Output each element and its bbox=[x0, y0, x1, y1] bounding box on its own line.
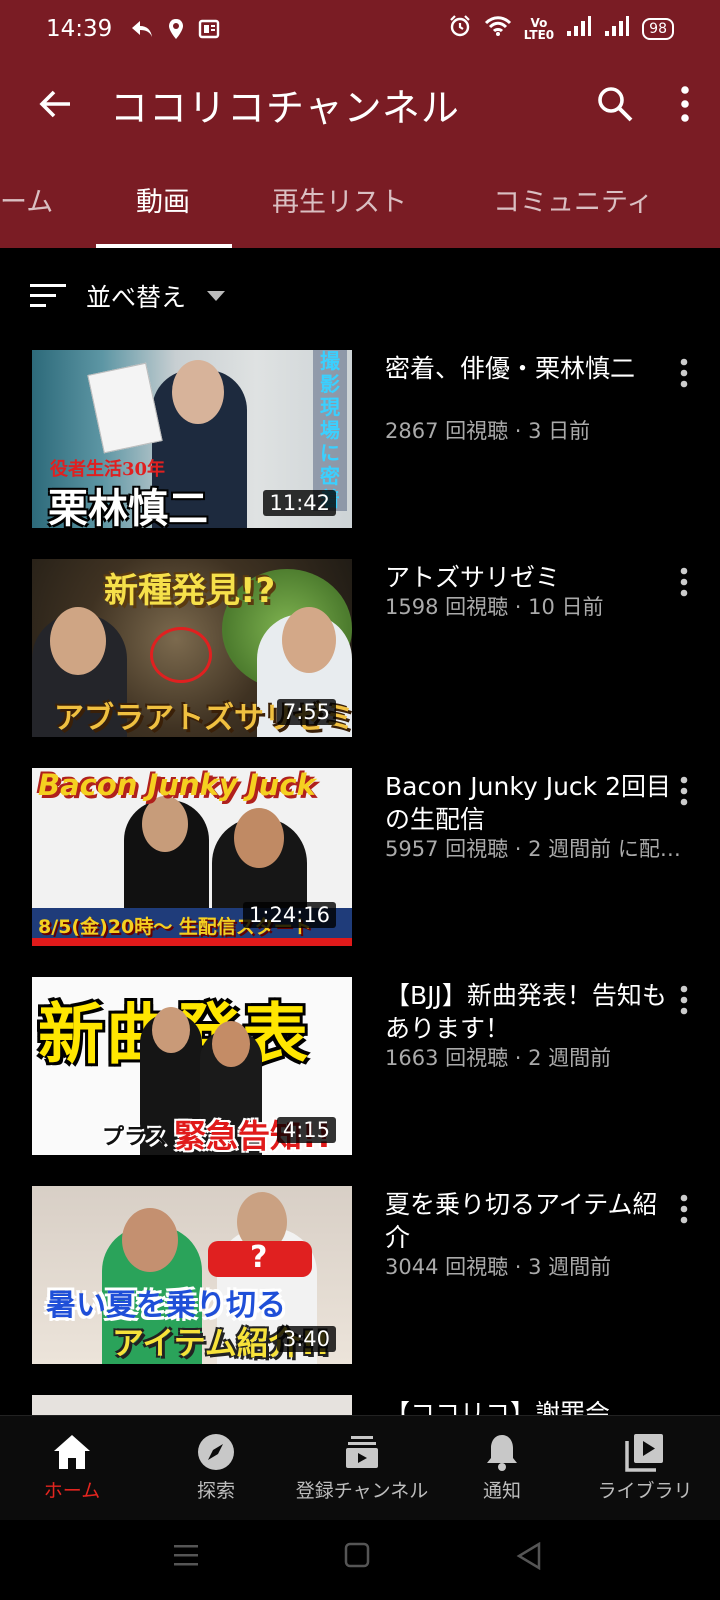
sort-button[interactable]: 並べ替え bbox=[30, 278, 226, 314]
video-title[interactable]: アトズサリゼミ bbox=[385, 561, 675, 594]
bell-icon bbox=[452, 1428, 552, 1476]
thumbnail-caption: 新種発見!? bbox=[104, 571, 276, 611]
thumbnail-caption: Bacon Junky Juck bbox=[38, 768, 316, 802]
system-back-button[interactable] bbox=[516, 1541, 542, 1574]
explore-icon bbox=[166, 1428, 266, 1476]
video-thumbnail[interactable]: 新種発見!? アブラアトズサリゼミ 7:55 bbox=[32, 559, 352, 737]
recents-button[interactable] bbox=[172, 1542, 200, 1572]
video-meta: 1598 回視聴 · 10 日前 bbox=[385, 595, 604, 619]
video-item[interactable]: 新曲発表 プラス 緊急告知!! 4:15 【BJJ】新曲発表！告知もあります！ … bbox=[0, 977, 720, 1157]
video-thumbnail[interactable]: 新曲発表 プラス 緊急告知!! 4:15 bbox=[32, 977, 352, 1155]
video-duration: 11:42 bbox=[263, 490, 336, 516]
thumbnail-caption: プラス bbox=[102, 1125, 168, 1150]
square-icon bbox=[344, 1542, 370, 1568]
nav-explore[interactable]: 探索 bbox=[166, 1428, 266, 1503]
video-title[interactable]: 【BJJ】新曲発表！告知もあります！ bbox=[385, 979, 675, 1045]
triangle-back-icon bbox=[516, 1541, 541, 1571]
thumbnail-caption: 撮影現場に密着 bbox=[313, 350, 347, 511]
video-duration: 1:24:16 bbox=[243, 902, 336, 928]
more-vert-icon bbox=[680, 567, 688, 597]
video-title[interactable]: Bacon Junky Juck 2回目の生配信 bbox=[385, 770, 675, 836]
news-icon bbox=[198, 19, 220, 39]
video-duration: 3:40 bbox=[276, 1326, 336, 1352]
more-options-button[interactable] bbox=[650, 86, 720, 122]
back-button[interactable] bbox=[0, 86, 110, 122]
video-meta: 1663 回視聴 · 2 週間前 bbox=[385, 1046, 612, 1070]
nav-library[interactable]: ライブラリ bbox=[590, 1428, 700, 1503]
status-time: 14:39 bbox=[46, 16, 113, 42]
nav-label: 通知 bbox=[482, 1480, 521, 1502]
video-duration: 7:55 bbox=[276, 699, 336, 725]
more-vert-icon bbox=[680, 985, 688, 1015]
video-item[interactable]: 役者生活30年 栗林慎二 撮影現場に密着 11:42 密着、俳優・栗林慎二 28… bbox=[0, 350, 720, 530]
more-vert-icon bbox=[680, 358, 688, 388]
signal-icon-1 bbox=[566, 15, 592, 43]
system-navigation-bar bbox=[0, 1520, 720, 1600]
video-item[interactable]: Bacon Junky Juck 8/5(金)20時〜 生配信スタート 1:24… bbox=[0, 768, 720, 948]
video-more-button[interactable] bbox=[680, 358, 688, 392]
video-more-button[interactable] bbox=[680, 1194, 688, 1228]
video-meta: 3044 回視聴 · 3 週間前 bbox=[385, 1255, 612, 1279]
menu-icon bbox=[174, 1545, 198, 1566]
nav-subscriptions[interactable]: 登録チャンネル bbox=[282, 1428, 442, 1503]
video-meta: 2867 回視聴 · 3 日前 bbox=[385, 419, 591, 443]
video-meta: 5957 回視聴 · 2 週間前 に配信済み bbox=[385, 837, 695, 861]
video-thumbnail[interactable] bbox=[32, 1395, 352, 1415]
nav-label: ホーム bbox=[43, 1480, 101, 1502]
video-title[interactable]: 【ココリコ】謝罪会 bbox=[385, 1397, 675, 1415]
library-icon bbox=[590, 1428, 700, 1476]
video-item[interactable]: 新種発見!? アブラアトズサリゼミ 7:55 アトズサリゼミ 1598 回視聴 … bbox=[0, 559, 720, 739]
home-icon bbox=[22, 1428, 122, 1476]
tab-home[interactable]: ーム bbox=[0, 180, 53, 219]
nav-home[interactable]: ホーム bbox=[22, 1428, 122, 1503]
thumbnail-caption: 栗林慎二 bbox=[48, 485, 208, 528]
video-more-button[interactable] bbox=[680, 985, 688, 1019]
tab-community[interactable]: コミュニティ bbox=[493, 180, 653, 219]
channel-title: ココリコチャンネル bbox=[110, 85, 460, 130]
video-thumbnail[interactable]: ? 暑い夏を乗り切る アイテム紹介!! 3:40 bbox=[32, 1186, 352, 1364]
more-vert-icon bbox=[680, 776, 688, 806]
signal-icon-2 bbox=[604, 15, 630, 43]
video-item[interactable]: 【ココリコ】謝罪会 bbox=[0, 1395, 720, 1415]
battery-icon: 98 bbox=[642, 18, 674, 40]
thumbnail-caption: ? bbox=[250, 1240, 268, 1275]
sort-icon bbox=[30, 284, 66, 307]
dropdown-arrow-icon bbox=[207, 291, 226, 301]
tab-playlists[interactable]: 再生リスト bbox=[272, 180, 407, 219]
video-title[interactable]: 密着、俳優・栗林慎二 bbox=[385, 352, 675, 385]
video-more-button[interactable] bbox=[680, 567, 688, 601]
search-button[interactable] bbox=[580, 85, 650, 123]
video-thumbnail[interactable]: 役者生活30年 栗林慎二 撮影現場に密着 11:42 bbox=[32, 350, 352, 528]
video-duration: 4:15 bbox=[276, 1117, 336, 1143]
nav-label: 探索 bbox=[196, 1480, 235, 1502]
system-home-button[interactable] bbox=[344, 1542, 370, 1572]
wifi-icon bbox=[484, 15, 512, 43]
status-bar: 14:39 Vo LTE0 98 bbox=[0, 0, 720, 58]
bottom-navigation: ホーム 探索 登録チャンネル 通知 ライブラリ bbox=[0, 1415, 720, 1520]
video-more-button[interactable] bbox=[680, 776, 688, 810]
video-item[interactable]: ? 暑い夏を乗り切る アイテム紹介!! 3:40 夏を乗り切るアイテム紹介 30… bbox=[0, 1186, 720, 1366]
call-forward-icon bbox=[130, 19, 154, 39]
video-thumbnail[interactable]: Bacon Junky Juck 8/5(金)20時〜 生配信スタート 1:24… bbox=[32, 768, 352, 946]
search-icon bbox=[598, 87, 633, 122]
nav-label: ライブラリ bbox=[597, 1480, 693, 1502]
app-bar: ココリコチャンネル bbox=[0, 58, 720, 150]
more-vert-icon bbox=[681, 86, 689, 122]
tab-indicator bbox=[96, 244, 232, 248]
more-vert-icon bbox=[680, 1194, 688, 1224]
volte-icon: Vo LTE0 bbox=[523, 16, 555, 42]
subscriptions-icon bbox=[282, 1428, 442, 1476]
tab-videos[interactable]: 動画 bbox=[136, 180, 190, 219]
sort-label: 並べ替え bbox=[86, 283, 187, 312]
alarm-icon bbox=[448, 14, 472, 44]
nav-label: 登録チャンネル bbox=[295, 1480, 429, 1502]
location-icon bbox=[168, 18, 184, 40]
video-title[interactable]: 夏を乗り切るアイテム紹介 bbox=[385, 1188, 675, 1254]
channel-tabs: ーム 動画 再生リスト コミュニティ bbox=[0, 150, 720, 248]
back-arrow-icon bbox=[39, 90, 70, 118]
nav-notifications[interactable]: 通知 bbox=[452, 1428, 552, 1503]
